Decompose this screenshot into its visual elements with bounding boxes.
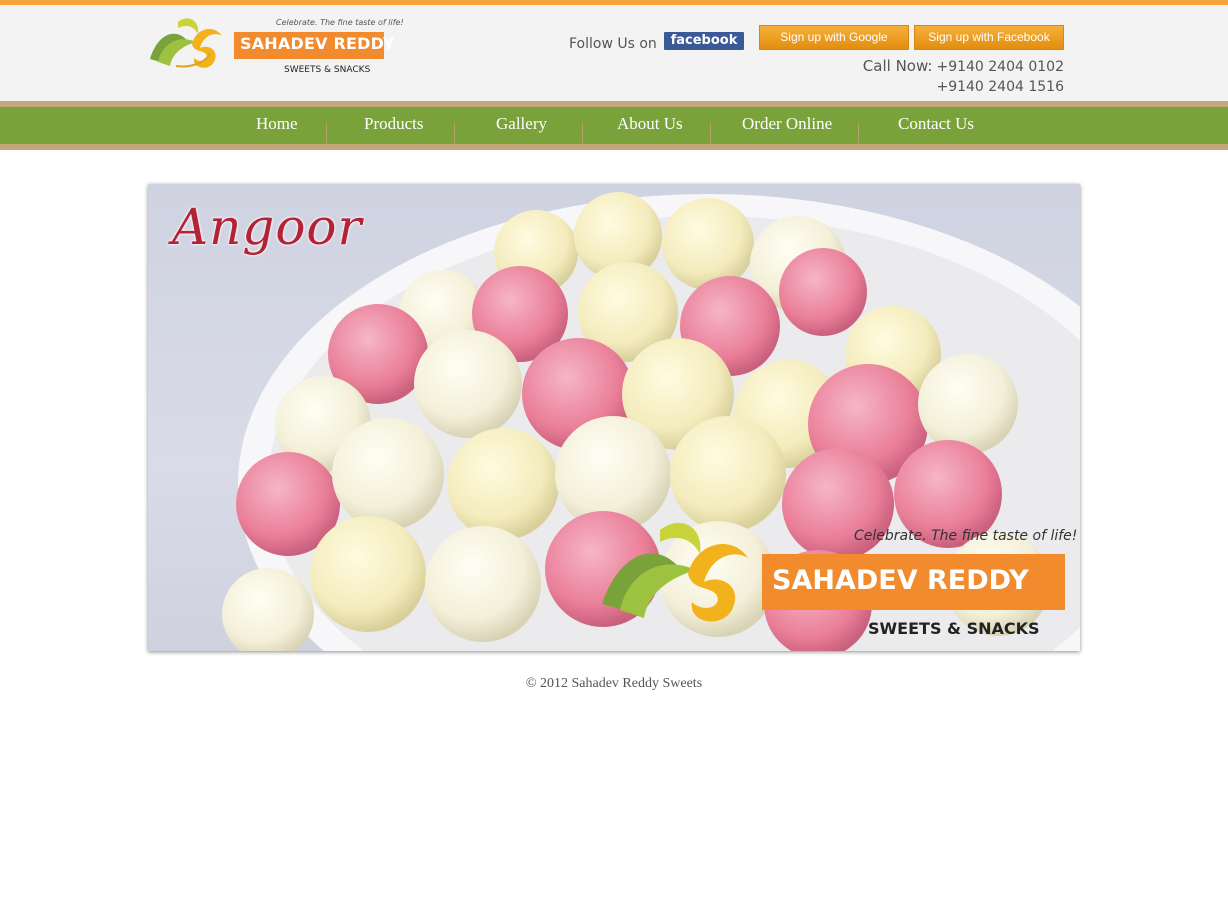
nav-separator [858,123,859,143]
follow-us-label: Follow Us on [569,36,657,52]
nav-item-gallery[interactable]: Gallery [496,107,547,144]
nav-item-home[interactable]: Home [256,107,298,144]
site-header: Celebrate. The fine taste of life! SAHAD… [0,5,1228,101]
nav-separator [326,123,327,143]
signup-facebook-button[interactable]: Sign up with Facebook [914,25,1064,50]
nav-separator [710,123,711,143]
main-nav: Home Products Gallery About Us Order Onl… [0,107,1228,144]
footer-copyright: © 2012 Sahadev Reddy Sweets [525,676,703,691]
call-now: Call Now: +9140 2404 0102 +9140 2404 1516 [863,57,1064,98]
nav-item-about-us[interactable]: About Us [617,107,683,144]
banner-title: Angoor [172,198,363,256]
logo-subtitle: SWEETS & SNACKS [284,65,371,75]
banner-logo-name: SAHADEV REDDY [772,565,1029,596]
facebook-follow-link[interactable]: facebook [664,32,744,50]
nav-item-order-online[interactable]: Order Online [742,107,832,144]
hero-banner[interactable]: Angoor Celebrate. The fine taste of life… [148,184,1080,651]
nav-item-products[interactable]: Products [364,107,424,144]
call-now-label: Call Now: [862,57,933,75]
signup-google-button[interactable]: Sign up with Google [759,25,909,50]
phone-number-1: +9140 2404 0102 [936,59,1064,75]
logo-tagline: Celebrate. The fine taste of life! [276,18,404,27]
phone-number-2: +9140 2404 1516 [936,79,1064,95]
banner-logo-subtitle: SWEETS & SNACKS [868,619,1040,638]
logo-leaf-icon [150,18,222,68]
nav-separator [454,123,455,143]
banner-logo-tagline: Celebrate. The fine taste of life! [854,528,1078,544]
main-nav-frame: Home Products Gallery About Us Order Onl… [0,101,1228,150]
nav-separator [582,123,583,143]
logo-name: SAHADEV REDDY [240,34,395,53]
site-logo[interactable]: Celebrate. The fine taste of life! SAHAD… [148,14,404,78]
nav-item-contact-us[interactable]: Contact Us [898,107,974,144]
